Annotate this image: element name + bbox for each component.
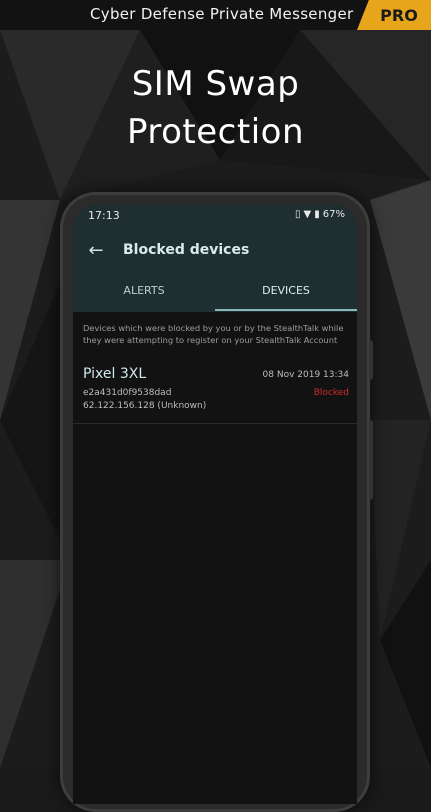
phone-screen: 17:13 ▯ ▼ ▮ 67% ← Blocked devices ALERTS… bbox=[73, 204, 357, 804]
pro-badge: PRO bbox=[357, 0, 431, 30]
headline-line-1: SIM Swap bbox=[131, 64, 300, 104]
back-arrow-icon[interactable]: ← bbox=[85, 241, 107, 261]
status-time: 17:13 bbox=[88, 209, 120, 222]
headline-line-2: Protection bbox=[126, 112, 304, 152]
wifi-icon: ▼ bbox=[303, 209, 312, 220]
phone-volume-button bbox=[369, 420, 373, 500]
device-date: 08 Nov 2019 13:34 bbox=[262, 370, 349, 380]
tab-indicator bbox=[215, 309, 357, 311]
tab-alerts[interactable]: ALERTS bbox=[73, 284, 215, 312]
page-title: Blocked devices bbox=[123, 242, 250, 258]
tab-devices[interactable]: DEVICES bbox=[215, 284, 357, 312]
battery-percent: 67% bbox=[322, 209, 345, 220]
description-text: Devices which were blocked by you or by … bbox=[83, 323, 344, 345]
top-banner: Cyber Defense Private Messenger PRO bbox=[0, 0, 431, 30]
banner-title: Cyber Defense Private Messenger bbox=[90, 5, 354, 23]
app-bar: 17:13 ▯ ▼ ▮ 67% ← Blocked devices ALERTS… bbox=[73, 204, 357, 312]
status-icons: ▯ ▼ ▮ 67% bbox=[295, 209, 345, 220]
device-id: e2a431d0f9538dad bbox=[83, 388, 172, 398]
vibrate-icon: ▯ bbox=[295, 209, 301, 220]
battery-icon: ▮ bbox=[314, 209, 320, 220]
device-name: Pixel 3XL bbox=[83, 366, 147, 382]
status-badge: Blocked bbox=[313, 388, 349, 398]
phone-side-button bbox=[369, 340, 373, 380]
device-ip: 62.122.156.128 (Unknown) bbox=[83, 401, 207, 411]
divider bbox=[73, 423, 357, 424]
